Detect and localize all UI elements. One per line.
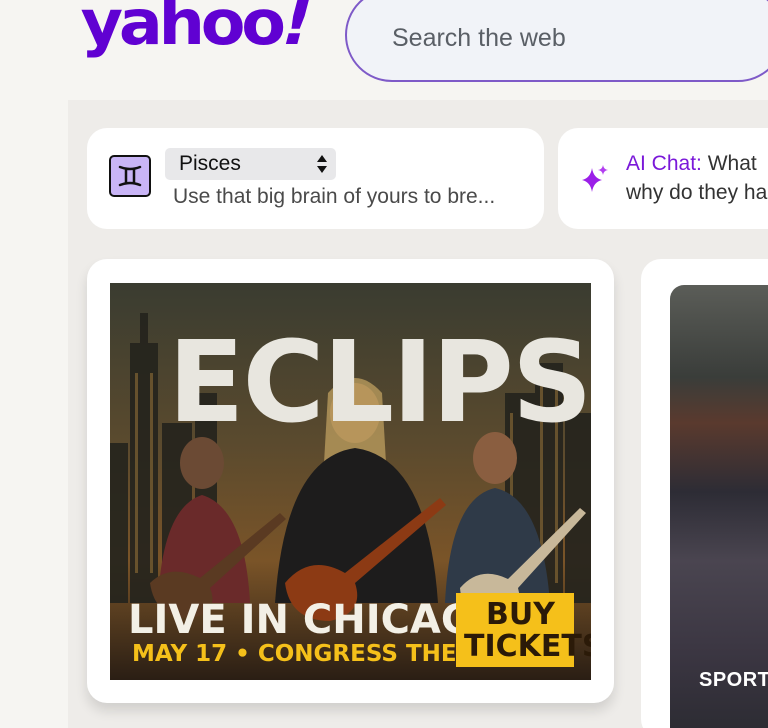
buy-tickets-line1: BUY	[486, 597, 556, 632]
horoscope-card[interactable]: Pisces Use that big brain of yours to br…	[87, 128, 544, 229]
horoscope-text: Use that big brain of yours to bre...	[173, 185, 496, 208]
sport-category-label: SPORT	[699, 669, 768, 691]
select-arrows-icon	[317, 155, 327, 173]
yahoo-logo[interactable]: yahoo!	[81, 0, 317, 59]
ai-chat-text-line2: why do they ha	[626, 181, 768, 204]
gemini-zodiac-icon	[109, 155, 151, 197]
header: yahoo!	[0, 0, 768, 100]
search-input[interactable]	[392, 20, 752, 56]
concert-ad-image[interactable]: ECLIPSE LIVE IN CHICAGO MAY 17 • CONGRES…	[110, 283, 591, 680]
search-bar[interactable]	[345, 0, 768, 82]
ad-title: ECLIPSE	[168, 318, 591, 448]
ai-chat-card[interactable]: AI Chat: What why do they ha	[558, 128, 768, 229]
sport-card[interactable]: SPORT	[641, 259, 768, 728]
sport-image[interactable]	[670, 285, 768, 728]
zodiac-sign-select[interactable]: Pisces	[165, 148, 336, 180]
ai-chat-prompt: AI Chat: What	[626, 152, 757, 176]
ad-subtitle: LIVE IN CHICAGO	[128, 597, 508, 643]
buy-tickets-line2: TICKETS	[464, 629, 591, 664]
concert-poster-art: ECLIPSE LIVE IN CHICAGO MAY 17 • CONGRES…	[110, 313, 591, 667]
selected-sign: Pisces	[179, 152, 241, 175]
ad-card[interactable]: ECLIPSE LIVE IN CHICAGO MAY 17 • CONGRES…	[87, 259, 614, 703]
ai-chat-label: AI Chat:	[626, 152, 702, 175]
ai-chat-text: What	[701, 152, 757, 175]
sparkle-icon	[582, 165, 608, 192]
